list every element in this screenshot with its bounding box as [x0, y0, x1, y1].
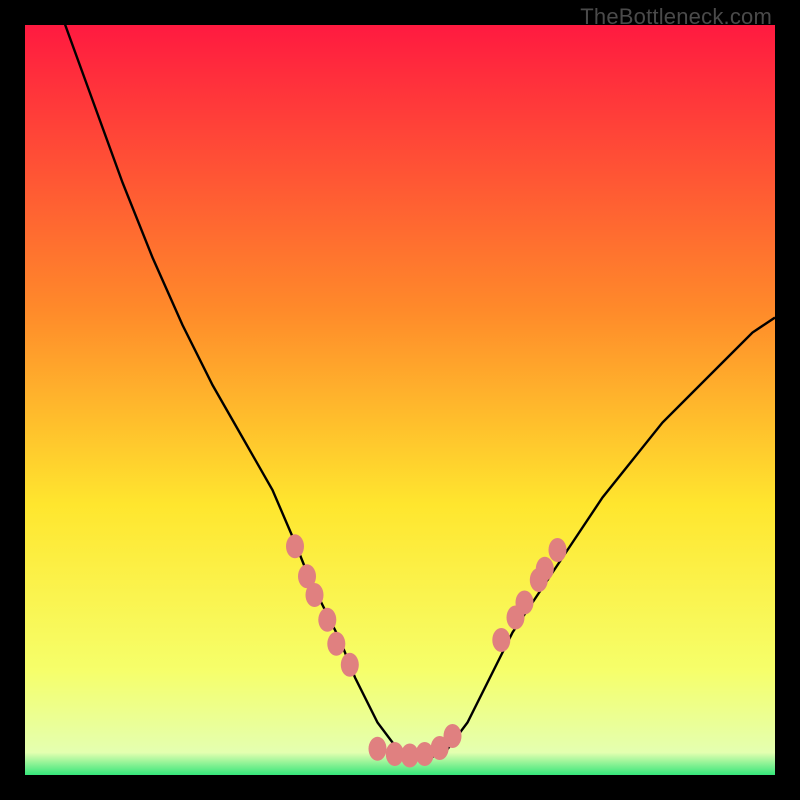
plot-area: [25, 25, 775, 775]
marker-right: [549, 538, 567, 562]
marker-right: [516, 591, 534, 615]
gradient-background: [25, 25, 775, 775]
marker-left: [327, 632, 345, 656]
watermark-text: TheBottleneck.com: [580, 4, 772, 30]
marker-left: [318, 608, 336, 632]
chart-frame: TheBottleneck.com: [0, 0, 800, 800]
marker-left: [341, 653, 359, 677]
marker-bottom: [369, 737, 387, 761]
marker-left: [306, 583, 324, 607]
marker-right: [536, 557, 554, 581]
marker-left: [286, 534, 304, 558]
marker-right: [492, 628, 510, 652]
plot-svg: [25, 25, 775, 775]
marker-bottom: [444, 724, 462, 748]
